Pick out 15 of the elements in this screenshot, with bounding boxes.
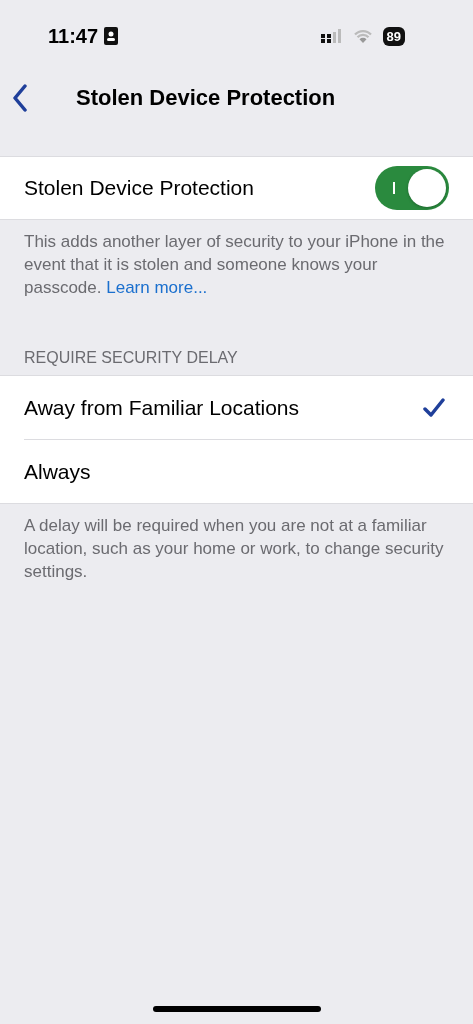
footer-text: This adds another layer of security to your iPhone in the event that it is stolen and someone knows your passcode. Learn more... bbox=[23, 231, 446, 299]
battery-indicator: 89 bbox=[382, 26, 405, 46]
page-title: Stolen Device Protection bbox=[76, 85, 336, 111]
wifi-icon bbox=[352, 28, 373, 44]
footer-text: A delay will be required when you are not at a familiar location, such as your home or work, to change security settings. bbox=[23, 515, 445, 583]
status-time: 11:47 bbox=[48, 24, 99, 48]
signal-icon bbox=[320, 29, 343, 43]
toggle-label: Stolen Device Protection bbox=[24, 176, 254, 200]
id-card-icon bbox=[104, 27, 119, 45]
option-row[interactable]: Away from Familiar Locations bbox=[24, 376, 473, 439]
section-header: REQUIRE SECURITY DELAY bbox=[23, 349, 239, 368]
learn-more-link[interactable]: Learn more... bbox=[106, 278, 208, 297]
back-icon[interactable] bbox=[12, 84, 28, 112]
toggle-switch[interactable] bbox=[375, 166, 449, 210]
option-row[interactable]: Always bbox=[24, 439, 473, 503]
